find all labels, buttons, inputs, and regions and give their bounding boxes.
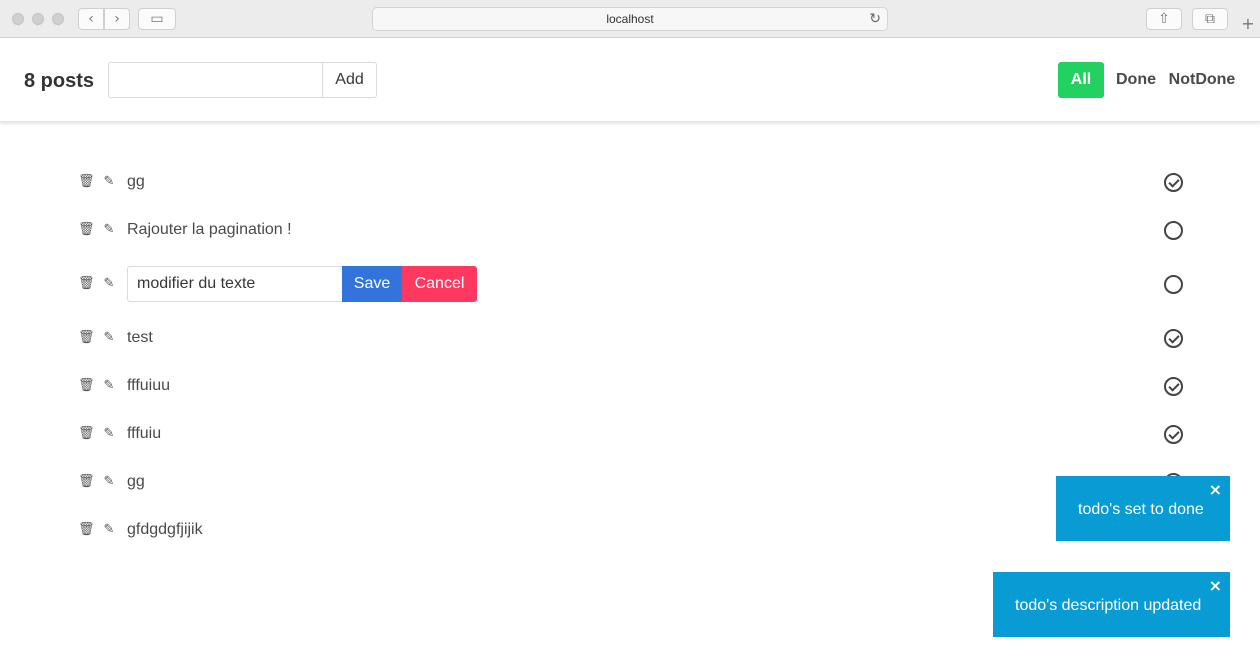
check-circle-icon[interactable] bbox=[1164, 329, 1183, 348]
trash-icon[interactable]: 🗑 bbox=[78, 520, 95, 540]
save-button[interactable]: Save bbox=[342, 266, 402, 302]
minimize-window-button[interactable] bbox=[32, 13, 44, 25]
close-icon[interactable]: × bbox=[1209, 480, 1222, 499]
add-button[interactable]: Add bbox=[322, 62, 377, 98]
share-button[interactable]: ⇧ bbox=[1146, 8, 1182, 30]
forward-button[interactable]: › bbox=[104, 8, 130, 30]
reload-icon[interactable]: ↻ bbox=[869, 8, 881, 30]
url-text: localhost bbox=[606, 12, 654, 26]
tabs-icon: ⧉ bbox=[1205, 11, 1215, 27]
empty-circle-icon[interactable] bbox=[1164, 275, 1183, 294]
trash-icon[interactable]: 🗑 bbox=[78, 328, 95, 348]
todo-item-editing: 🗑 ✎ Save Cancel bbox=[0, 266, 1260, 302]
todo-text: gg bbox=[127, 173, 145, 190]
notification-message: todo's description updated bbox=[1015, 597, 1202, 614]
trash-icon[interactable]: 🗑 bbox=[78, 274, 95, 294]
notification-toast: × todo's set to done bbox=[1056, 476, 1230, 541]
todo-item: 🗑 ✎ gg bbox=[0, 164, 1260, 200]
todo-text: fffuiuu bbox=[127, 377, 171, 394]
edit-todo-input[interactable] bbox=[127, 266, 343, 302]
close-window-button[interactable] bbox=[12, 13, 24, 25]
pencil-icon[interactable]: ✎ bbox=[102, 274, 116, 294]
pencil-icon[interactable]: ✎ bbox=[102, 328, 116, 348]
pencil-icon[interactable]: ✎ bbox=[102, 424, 116, 444]
empty-circle-icon[interactable] bbox=[1164, 221, 1183, 240]
new-tab-button[interactable]: + bbox=[1238, 14, 1258, 36]
sidebar-icon: ▭ bbox=[150, 11, 164, 27]
todo-item: 🗑 ✎ fffuiu bbox=[0, 416, 1260, 452]
pencil-icon[interactable]: ✎ bbox=[102, 172, 116, 192]
app-header: 8 posts Add All Done NotDone bbox=[0, 38, 1260, 122]
trash-icon[interactable]: 🗑 bbox=[78, 172, 95, 192]
cancel-button[interactable]: Cancel bbox=[402, 266, 477, 302]
filter-notdone-button[interactable]: NotDone bbox=[1166, 62, 1238, 98]
tabs-overview-button[interactable]: ⧉ bbox=[1192, 8, 1228, 30]
pencil-icon[interactable]: ✎ bbox=[102, 376, 116, 396]
todo-item: 🗑 ✎ Rajouter la pagination ! bbox=[0, 212, 1260, 248]
pencil-icon[interactable]: ✎ bbox=[102, 220, 116, 240]
address-bar[interactable]: localhost ↻ bbox=[372, 7, 888, 31]
notification-message: todo's set to done bbox=[1078, 501, 1204, 518]
todo-item: 🗑 ✎ test bbox=[0, 320, 1260, 356]
plus-icon: + bbox=[1241, 14, 1255, 33]
browser-toolbar: ‹ › ▭ localhost ↻ ⇧ ⧉ + bbox=[0, 0, 1260, 38]
check-circle-icon[interactable] bbox=[1164, 377, 1183, 396]
chevron-left-icon: ‹ bbox=[88, 11, 94, 27]
trash-icon[interactable]: 🗑 bbox=[78, 424, 95, 444]
pencil-icon[interactable]: ✎ bbox=[102, 520, 116, 540]
trash-icon[interactable]: 🗑 bbox=[78, 376, 95, 396]
todo-text: Rajouter la pagination ! bbox=[127, 221, 292, 238]
notification-toast: × todo's description updated bbox=[993, 572, 1230, 637]
check-circle-icon[interactable] bbox=[1164, 173, 1183, 192]
new-todo-input[interactable] bbox=[108, 62, 324, 98]
sidebar-toggle-button[interactable]: ▭ bbox=[138, 8, 176, 30]
todo-text: gg bbox=[127, 473, 145, 490]
check-circle-icon[interactable] bbox=[1164, 425, 1183, 444]
filter-done-button[interactable]: Done bbox=[1112, 62, 1160, 98]
chevron-right-icon: › bbox=[114, 11, 120, 27]
trash-icon[interactable]: 🗑 bbox=[78, 472, 95, 492]
post-count: 8 posts bbox=[24, 70, 95, 92]
zoom-window-button[interactable] bbox=[52, 13, 64, 25]
back-button[interactable]: ‹ bbox=[78, 8, 104, 30]
todo-item: 🗑 ✎ fffuiuu bbox=[0, 368, 1260, 404]
close-icon[interactable]: × bbox=[1209, 576, 1222, 595]
share-icon: ⇧ bbox=[1158, 11, 1170, 27]
filter-all-button[interactable]: All bbox=[1058, 62, 1104, 98]
todo-text: test bbox=[127, 329, 153, 346]
todo-text: fffuiu bbox=[127, 425, 162, 442]
todo-text: gfdgdgfjijik bbox=[127, 521, 203, 538]
pencil-icon[interactable]: ✎ bbox=[102, 472, 116, 492]
trash-icon[interactable]: 🗑 bbox=[78, 220, 95, 240]
